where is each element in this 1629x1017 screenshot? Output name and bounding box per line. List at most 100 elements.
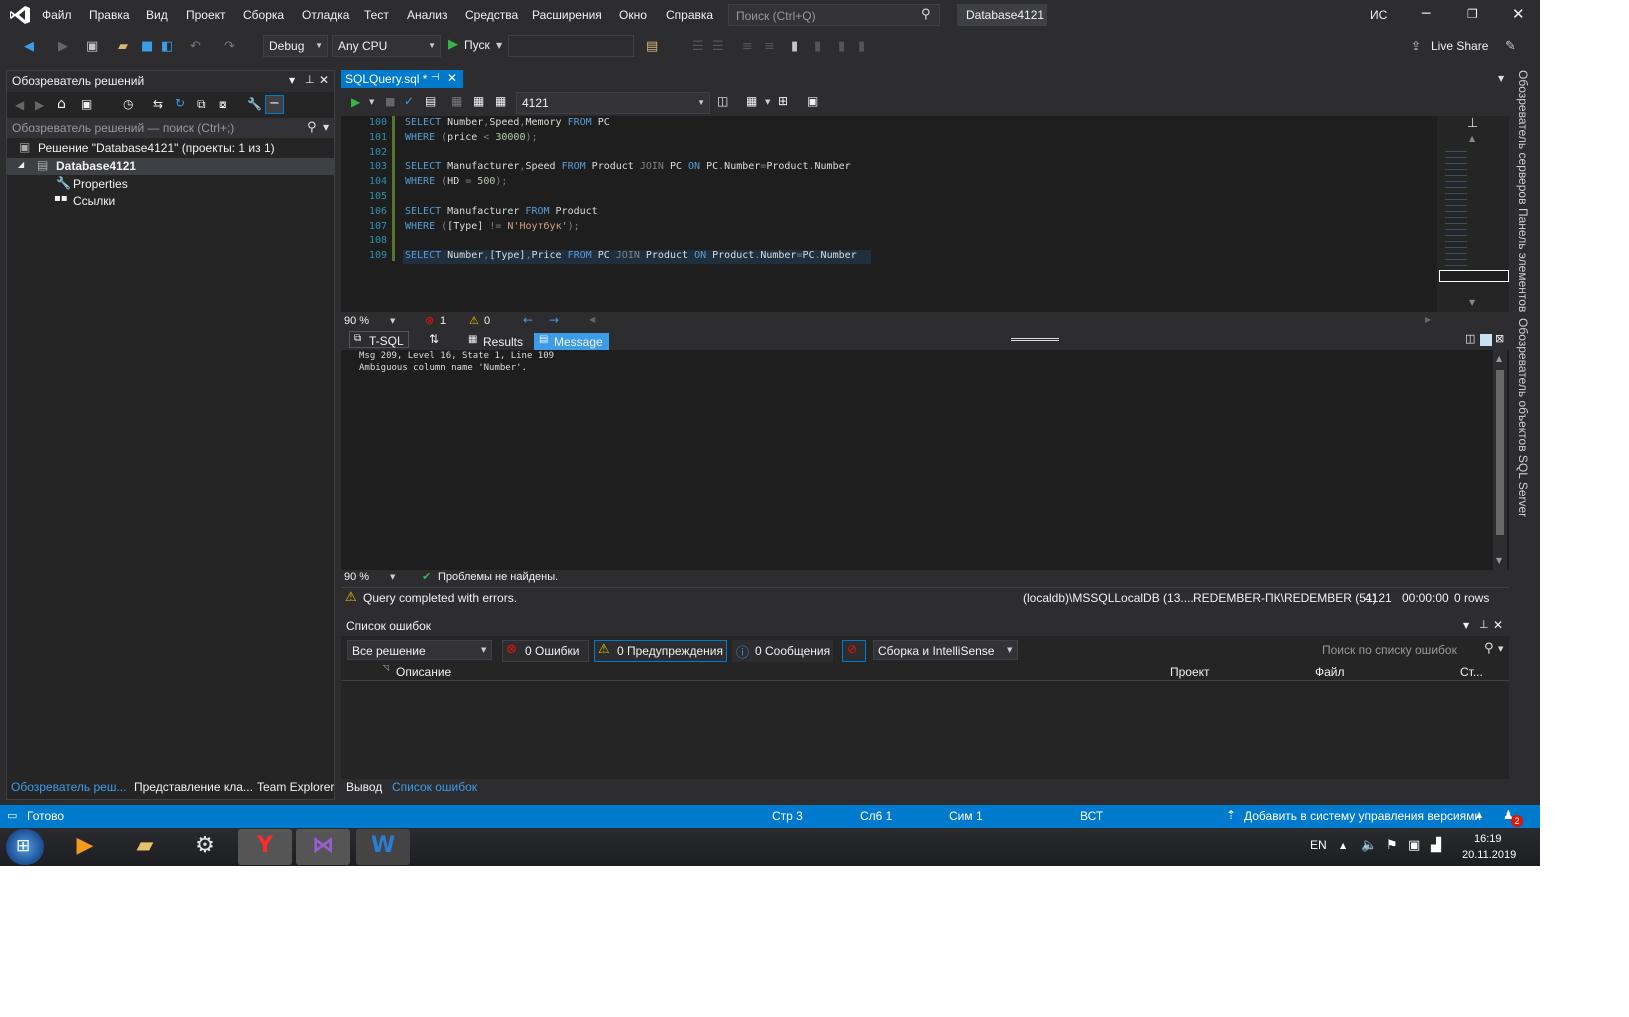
client-statistics-icon[interactable]: ▣	[807, 94, 818, 108]
scroll-down-icon[interactable]: ▼	[1496, 556, 1502, 565]
tab-sqlquery[interactable]: SQLQuery.sql * ⊣ ✕	[341, 70, 463, 88]
database-select[interactable]: 4121 ▼	[516, 92, 710, 114]
collapse-all-icon[interactable]: ⧉	[197, 97, 206, 112]
comment-icon[interactable]: ≡	[742, 39, 753, 54]
new-project-icon[interactable]: ▣	[86, 39, 98, 54]
home-icon[interactable]: ⌂	[57, 96, 66, 112]
minimize-icon[interactable]: ─	[1422, 6, 1430, 22]
platform-select[interactable]: Any CPU ▼	[332, 35, 441, 57]
chevron-down-icon[interactable]: ▼	[496, 41, 502, 50]
source-control-button[interactable]: Добавить в систему управления версиями	[1244, 809, 1481, 823]
chevron-down-icon[interactable]: ▼	[369, 98, 374, 106]
messages-scrollbar[interactable]: ▲ ▼	[1493, 350, 1507, 570]
redo-icon[interactable]: ↷	[224, 39, 235, 54]
solution-search-input[interactable]: Обозреватель решений — поиск (Ctrl+;) ⚲ …	[7, 118, 334, 138]
bookmark-icon[interactable]: ▮	[791, 39, 798, 54]
pin-icon[interactable]: ⊥	[1479, 618, 1489, 631]
tab-solution-explorer[interactable]: Обозреватель реш...	[11, 780, 126, 794]
code-minimap[interactable]: ⊥ ▲ ▼	[1437, 116, 1509, 312]
split-vertical-icon[interactable]: ◫	[1465, 332, 1475, 345]
close-icon[interactable]: ✕	[1493, 618, 1503, 632]
close-icon[interactable]: ✕	[319, 73, 329, 87]
action-center-icon[interactable]: ▣	[1408, 838, 1420, 853]
toggle-results-icon[interactable]: ⊠	[1495, 332, 1504, 345]
scroll-up-icon[interactable]: ▲	[1496, 354, 1502, 363]
start-icon[interactable]: ▶	[448, 37, 458, 52]
tree-references-node[interactable]: ▪▪ Ссылки	[7, 193, 334, 210]
change-connection-icon[interactable]: ▦	[495, 94, 506, 108]
feedback-icon[interactable]: ✎	[1505, 39, 1516, 54]
back-icon[interactable]: ◀	[24, 39, 34, 54]
chevron-down-icon[interactable]: ▼	[765, 98, 770, 106]
errors-filter-button[interactable]: ⊗ 0 Ошибки	[502, 640, 589, 662]
execute-icon[interactable]: ▶	[351, 95, 360, 109]
actual-plan-icon[interactable]: ⊞	[778, 94, 788, 108]
undo-icon[interactable]: ↶	[190, 39, 201, 54]
next-issue-icon[interactable]: →	[549, 313, 559, 327]
tab-toolbox[interactable]: Панель элементов	[1516, 208, 1530, 312]
menu-help[interactable]: Справка	[666, 8, 713, 22]
taskbar-steam[interactable]: ⚙	[178, 829, 232, 865]
tree-solution-node[interactable]: ▣ Решение "Database4121" (проекты: 1 из …	[7, 140, 334, 157]
menu-project[interactable]: Проект	[186, 8, 226, 22]
pin-icon[interactable]: ⊥	[305, 73, 315, 86]
scroll-right-icon[interactable]: ▶	[1425, 315, 1431, 324]
properties-icon[interactable]: 🔧	[247, 97, 262, 111]
next-bookmark-icon[interactable]: ▮	[838, 39, 845, 54]
menu-edit[interactable]: Правка	[89, 8, 130, 22]
tab-tsql[interactable]: ⧉ T-SQL	[349, 331, 409, 348]
parse-icon[interactable]: ✓	[404, 94, 414, 108]
messages-filter-button[interactable]: ⓘ 0 Сообщения	[732, 640, 833, 662]
pin-icon[interactable]: ⊣	[431, 72, 440, 83]
results-zoom[interactable]: 90 %	[344, 571, 369, 583]
uncomment-icon[interactable]: ≡	[764, 39, 775, 54]
refresh-icon[interactable]: ↻	[175, 96, 185, 110]
chevron-down-icon[interactable]: ▼	[289, 76, 295, 85]
chevron-down-icon[interactable]: ▼	[390, 573, 395, 581]
user-initials[interactable]: ИС	[1370, 8, 1387, 22]
tree-project-node[interactable]: ◢ ▤ Database4121	[7, 158, 334, 175]
messages-pane[interactable]: Msg 209, Level 16, State 1, Line 109 Amb…	[341, 350, 1509, 570]
volume-icon[interactable]: 🔈	[1361, 838, 1377, 853]
taskbar-media-player[interactable]: ▶	[58, 829, 112, 865]
split-icon[interactable]: ⊥	[1467, 116, 1478, 131]
column-project[interactable]: Проект	[1170, 665, 1210, 679]
menu-analyze[interactable]: Анализ	[407, 8, 448, 22]
menu-test[interactable]: Тест	[364, 8, 389, 22]
editor-zoom[interactable]: 90 %	[344, 315, 369, 327]
chevron-up-icon[interactable]: ▲	[1476, 810, 1482, 819]
chevron-down-icon[interactable]: ▼	[323, 123, 329, 132]
filter-clear-button[interactable]: ⊘	[842, 640, 866, 662]
open-folder-icon[interactable]: ▰	[118, 39, 128, 54]
find-in-files-icon[interactable]: ▤	[646, 39, 658, 54]
tab-server-explorer[interactable]: Обозреватель серверов	[1516, 70, 1530, 204]
start-button[interactable]: Пуск	[464, 38, 490, 52]
clock-date[interactable]: 20.11.2019	[1462, 849, 1516, 861]
warning-count[interactable]: 0	[484, 315, 490, 327]
tab-class-view[interactable]: Представление кла...	[134, 780, 253, 794]
menu-view[interactable]: Вид	[146, 8, 168, 22]
column-file[interactable]: Файл	[1315, 665, 1345, 679]
network-icon[interactable]: ⚑	[1386, 838, 1398, 853]
splitter-grip[interactable]	[1011, 338, 1059, 341]
tray-expand-icon[interactable]: ▲	[1340, 841, 1346, 850]
chevron-down-icon[interactable]: ▼	[1498, 74, 1504, 83]
signal-icon[interactable]: ▟	[1431, 838, 1441, 853]
back-icon[interactable]: ◀	[15, 98, 24, 112]
clock-time[interactable]: 16:19	[1474, 833, 1502, 845]
scrollbar-thumb[interactable]	[1496, 370, 1504, 535]
prev-bookmark-icon[interactable]: ▮	[814, 39, 821, 54]
menu-file[interactable]: Файл	[42, 8, 72, 22]
results-grid-icon[interactable]: ▦	[746, 94, 757, 108]
chevron-down-icon[interactable]: ▼	[1498, 645, 1503, 653]
menu-extensions[interactable]: Расширения	[532, 8, 602, 22]
quick-launch-search[interactable]: Поиск (Ctrl+Q) ⚲	[728, 4, 940, 26]
save-all-icon[interactable]: ◧	[161, 39, 173, 54]
tab-error-list[interactable]: Список ошибок	[392, 780, 477, 794]
build-source-select[interactable]: Сборка и IntelliSense ▼	[873, 640, 1018, 660]
tab-sql-object-explorer[interactable]: Обозреватель объектов SQL Server	[1516, 318, 1530, 517]
tab-results[interactable]: ▦ Results	[466, 333, 524, 350]
debug-target-select[interactable]	[508, 35, 634, 57]
taskbar-word[interactable]: W	[356, 829, 410, 865]
menu-debug[interactable]: Отладка	[302, 8, 349, 22]
